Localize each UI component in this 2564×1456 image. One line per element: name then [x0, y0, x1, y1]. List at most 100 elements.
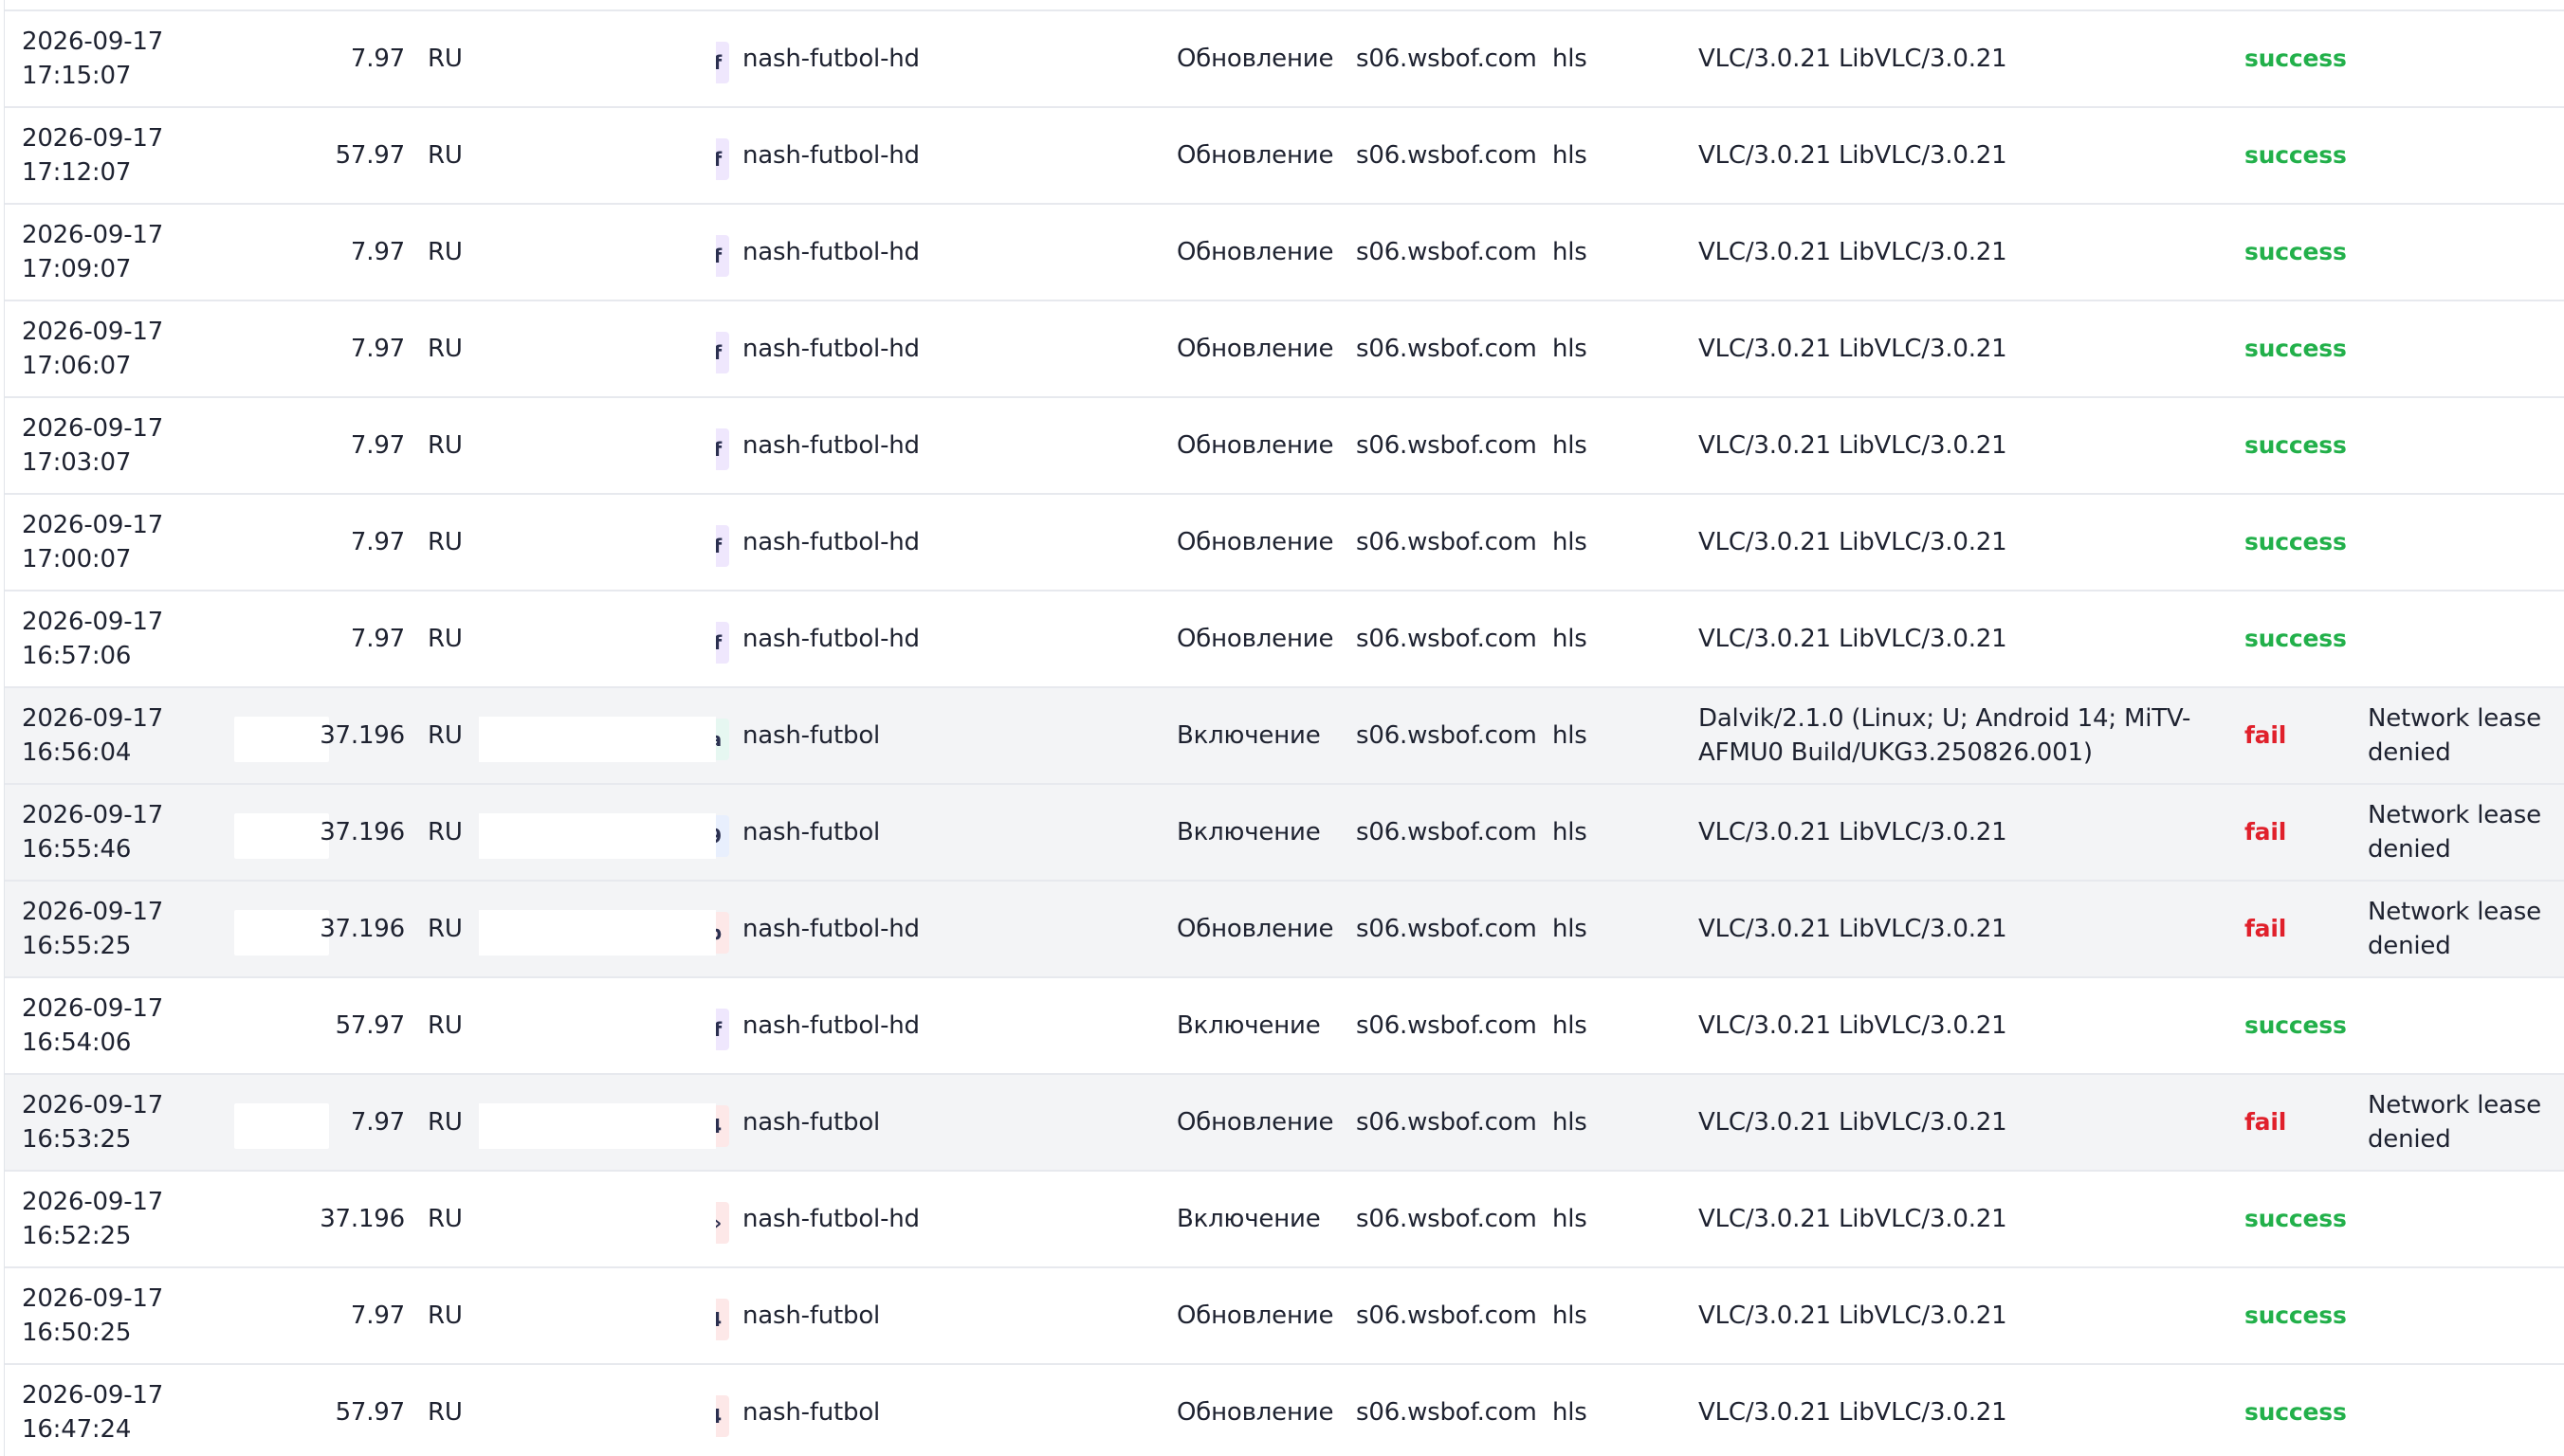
error-message-cell	[2368, 301, 2557, 396]
server-cell: s06.wsbof.com	[1356, 141, 1537, 170]
ip-address-cell: 7.97	[225, 1075, 405, 1170]
token-cell: 4	[479, 1268, 729, 1363]
date-text: 2026-09-17	[22, 1284, 164, 1313]
protocol-cell: hls	[1552, 1108, 1587, 1137]
server-cell: s06.wsbof.com	[1356, 528, 1537, 556]
table-row[interactable]: 2026-09-17 16:55:46 37.196 RU 6 9 nash-f…	[5, 783, 2564, 880]
channel-cell: nash-futbol-hd	[742, 141, 920, 170]
channel-cell: nash-futbol	[742, 818, 881, 846]
protocol-cell: hls	[1552, 1205, 1587, 1233]
channel-cell: nash-futbol	[742, 1108, 881, 1137]
protocol-cell: hls	[1552, 431, 1587, 460]
timestamp-cell: 2026-09-17 16:55:25	[22, 882, 221, 976]
channel-cell: nash-futbol	[742, 721, 881, 750]
protocol-cell: hls	[1552, 721, 1587, 750]
action-cell: Включение	[1177, 721, 1321, 750]
channel-cell: nash-futbol-hd	[742, 238, 920, 266]
user-agent-cell: VLC/3.0.21 LibVLC/3.0.21	[1698, 818, 2007, 846]
date-text: 2026-09-17	[22, 414, 164, 443]
redaction-mask	[479, 1393, 716, 1439]
ip-address-text: 7.97	[350, 1301, 405, 1330]
redaction-mask	[479, 1007, 716, 1052]
server-cell: s06.wsbof.com	[1356, 238, 1537, 266]
ip-address-text: 7.97	[350, 431, 405, 460]
server-cell: s06.wsbof.com	[1356, 1301, 1537, 1330]
token-cell: 'a	[479, 688, 729, 783]
table-row[interactable]: 2026-09-17 17:03:07 7.97 RU 6 f nash-fut…	[5, 396, 2564, 493]
action-cell: Обновление	[1177, 1398, 1334, 1427]
user-agent-cell: VLC/3.0.21 LibVLC/3.0.21	[1698, 528, 2007, 556]
ip-address-cell: 7.97	[225, 301, 405, 396]
token-cell: ›	[479, 1172, 729, 1266]
error-message-cell	[2368, 978, 2557, 1073]
table-row[interactable]: 2026-09-17 17:00:07 7.97 RU 6 f nash-fut…	[5, 493, 2564, 590]
redaction-mask	[479, 427, 716, 472]
action-cell: Обновление	[1177, 238, 1334, 266]
error-message-cell	[2368, 1172, 2557, 1266]
table-row[interactable]: 2026-09-17 16:50:25 7.97 RU 6 4 nash-fut…	[5, 1266, 2564, 1363]
server-cell: s06.wsbof.com	[1356, 1205, 1537, 1233]
redaction-mask	[479, 40, 716, 85]
date-text: 2026-09-17	[22, 898, 164, 926]
status-badge: fail	[2244, 915, 2287, 942]
error-message-cell	[2368, 108, 2557, 203]
action-cell: Обновление	[1177, 141, 1334, 170]
country-cell: RU	[428, 238, 463, 266]
timestamp-cell: 2026-09-17 17:09:07	[22, 205, 221, 300]
token-cell: f	[479, 592, 729, 686]
time-text: 16:54:06	[22, 1028, 132, 1057]
error-message-cell	[2368, 11, 2557, 106]
redaction-mask	[479, 813, 716, 859]
token-cell: f	[479, 11, 729, 106]
user-agent-cell: VLC/3.0.21 LibVLC/3.0.21	[1698, 1398, 2007, 1427]
ip-address-text: 7.97	[350, 238, 405, 266]
timestamp-cell: 2026-09-17 17:15:07	[22, 11, 221, 106]
table-row[interactable]: 2026-09-17 16:54:06 57.97 RU 6 f nash-fu…	[5, 976, 2564, 1073]
table-row[interactable]: 2026-09-17 17:06:07 7.97 RU 6 f nash-fut…	[5, 300, 2564, 396]
redaction-mask	[234, 813, 329, 859]
status-badge: success	[2244, 1205, 2347, 1232]
user-agent-cell: VLC/3.0.21 LibVLC/3.0.21	[1698, 1108, 2007, 1137]
date-text: 2026-09-17	[22, 27, 164, 56]
redaction-mask	[234, 910, 329, 956]
token-cell: 4	[479, 1365, 729, 1456]
action-cell: Обновление	[1177, 335, 1334, 363]
table-row[interactable]: 2026-09-17 16:47:24 57.97 RU 6 4 nash-fu…	[5, 1363, 2564, 1456]
protocol-cell: hls	[1552, 238, 1587, 266]
table-row[interactable]: 2026-09-17 17:15:07 7.97 RU 6 f nash-fut…	[5, 9, 2564, 106]
table-row[interactable]: 2026-09-17 16:52:25 37.196 RU 6 › nash-f…	[5, 1170, 2564, 1266]
date-text: 2026-09-17	[22, 318, 164, 346]
time-text: 16:56:04	[22, 738, 132, 767]
table-row[interactable]: 2026-09-17 17:09:07 7.97 RU 6c f nash-fu…	[5, 203, 2564, 300]
channel-cell: nash-futbol-hd	[742, 915, 920, 943]
country-cell: RU	[428, 1398, 463, 1427]
user-agent-cell: VLC/3.0.21 LibVLC/3.0.21	[1698, 141, 2007, 170]
protocol-cell: hls	[1552, 335, 1587, 363]
action-cell: Обновление	[1177, 915, 1334, 943]
ip-address-cell: 7.97	[225, 1268, 405, 1363]
time-text: 17:00:07	[22, 545, 132, 573]
table-row[interactable]: 2026-09-17 17:12:07 57.97 RU 6 f nash-fu…	[5, 106, 2564, 203]
token-cell: f	[479, 495, 729, 590]
error-message-cell: Network lease denied	[2368, 704, 2541, 767]
token-cell: f	[479, 978, 729, 1073]
ip-address-text: 57.97	[335, 1398, 405, 1427]
date-text: 2026-09-17	[22, 511, 164, 539]
user-agent-cell: VLC/3.0.21 LibVLC/3.0.21	[1698, 1301, 2007, 1330]
protocol-cell: hls	[1552, 818, 1587, 846]
table-row[interactable]: 2026-09-17 16:56:04 37.196 RU 6 'a nash-…	[5, 686, 2564, 783]
ip-address-text: 7.97	[350, 625, 405, 653]
token-cell: f	[479, 301, 729, 396]
user-agent-cell: VLC/3.0.21 LibVLC/3.0.21	[1698, 1011, 2007, 1040]
time-text: 16:55:25	[22, 932, 132, 960]
timestamp-cell: 2026-09-17 16:52:25	[22, 1172, 221, 1266]
table-row[interactable]: 2026-09-17 16:53:25 7.97 RU 6c 4 nash-fu…	[5, 1073, 2564, 1170]
table-row[interactable]: 2026-09-17 16:57:06 7.97 RU 6c f nash-fu…	[5, 590, 2564, 686]
error-message-cell: Network lease denied	[2368, 801, 2541, 864]
protocol-cell: hls	[1552, 141, 1587, 170]
table-row[interactable]: 2026-09-17 16:55:25 37.196 RU 6 b nash-f…	[5, 880, 2564, 976]
ip-address-text: 37.196	[320, 818, 405, 846]
redaction-mask	[479, 717, 716, 762]
channel-cell: nash-futbol-hd	[742, 1205, 920, 1233]
token-cell: b	[479, 882, 729, 976]
